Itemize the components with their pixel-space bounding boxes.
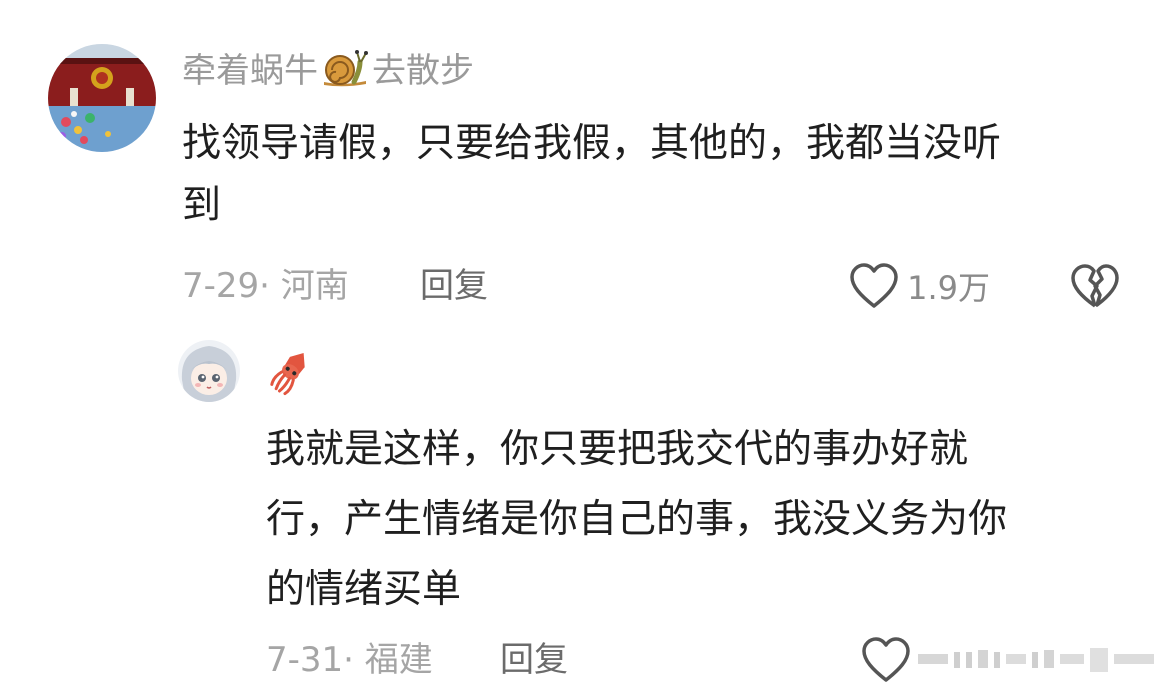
like-button[interactable]: 1.9万 [848, 262, 990, 314]
reply-text-line: 行，产生情绪是你自己的事，我没义务为你 [266, 497, 1008, 542]
replier-username[interactable] [266, 346, 316, 400]
commenter-avatar[interactable] [48, 44, 156, 152]
comment-text-line: 到 [182, 183, 222, 228]
reply-date-location: 7-31· 福建 [266, 640, 433, 680]
comment-reply-button[interactable]: 回复 [420, 266, 488, 306]
reply-like-button[interactable] [860, 636, 912, 688]
comment-date-location: 7-29· 河南 [182, 266, 349, 306]
commenter-username[interactable]: 牵着蜗牛 去散步 [182, 48, 474, 99]
replier-avatar[interactable] [178, 340, 240, 402]
broken-heart-icon [1070, 264, 1120, 314]
heart-outline-icon [860, 637, 912, 688]
squid-icon [266, 352, 316, 400]
username-text-start: 牵着蜗牛 [182, 51, 318, 91]
comment-text-line: 找领导请假，只要给我假，其他的，我都当没听 [182, 121, 1002, 166]
watermark-bar [918, 648, 1158, 672]
snail-icon [320, 48, 370, 99]
username-text-end: 去散步 [372, 51, 474, 91]
dislike-button[interactable] [1070, 264, 1120, 314]
heart-outline-icon [848, 262, 900, 314]
like-count: 1.9万 [907, 269, 990, 307]
reply-text-line: 我就是这样，你只要把我交代的事办好就 [266, 427, 969, 472]
comment-text: 找领导请假，只要给我假，其他的，我都当没听 到 [182, 113, 1142, 237]
reply-reply-button[interactable]: 回复 [500, 640, 568, 680]
reply-text: 我就是这样，你只要把我交代的事办好就 行，产生情绪是你自己的事，我没义务为你 的… [266, 415, 1146, 625]
reply-text-line: 的情绪买单 [266, 567, 462, 612]
